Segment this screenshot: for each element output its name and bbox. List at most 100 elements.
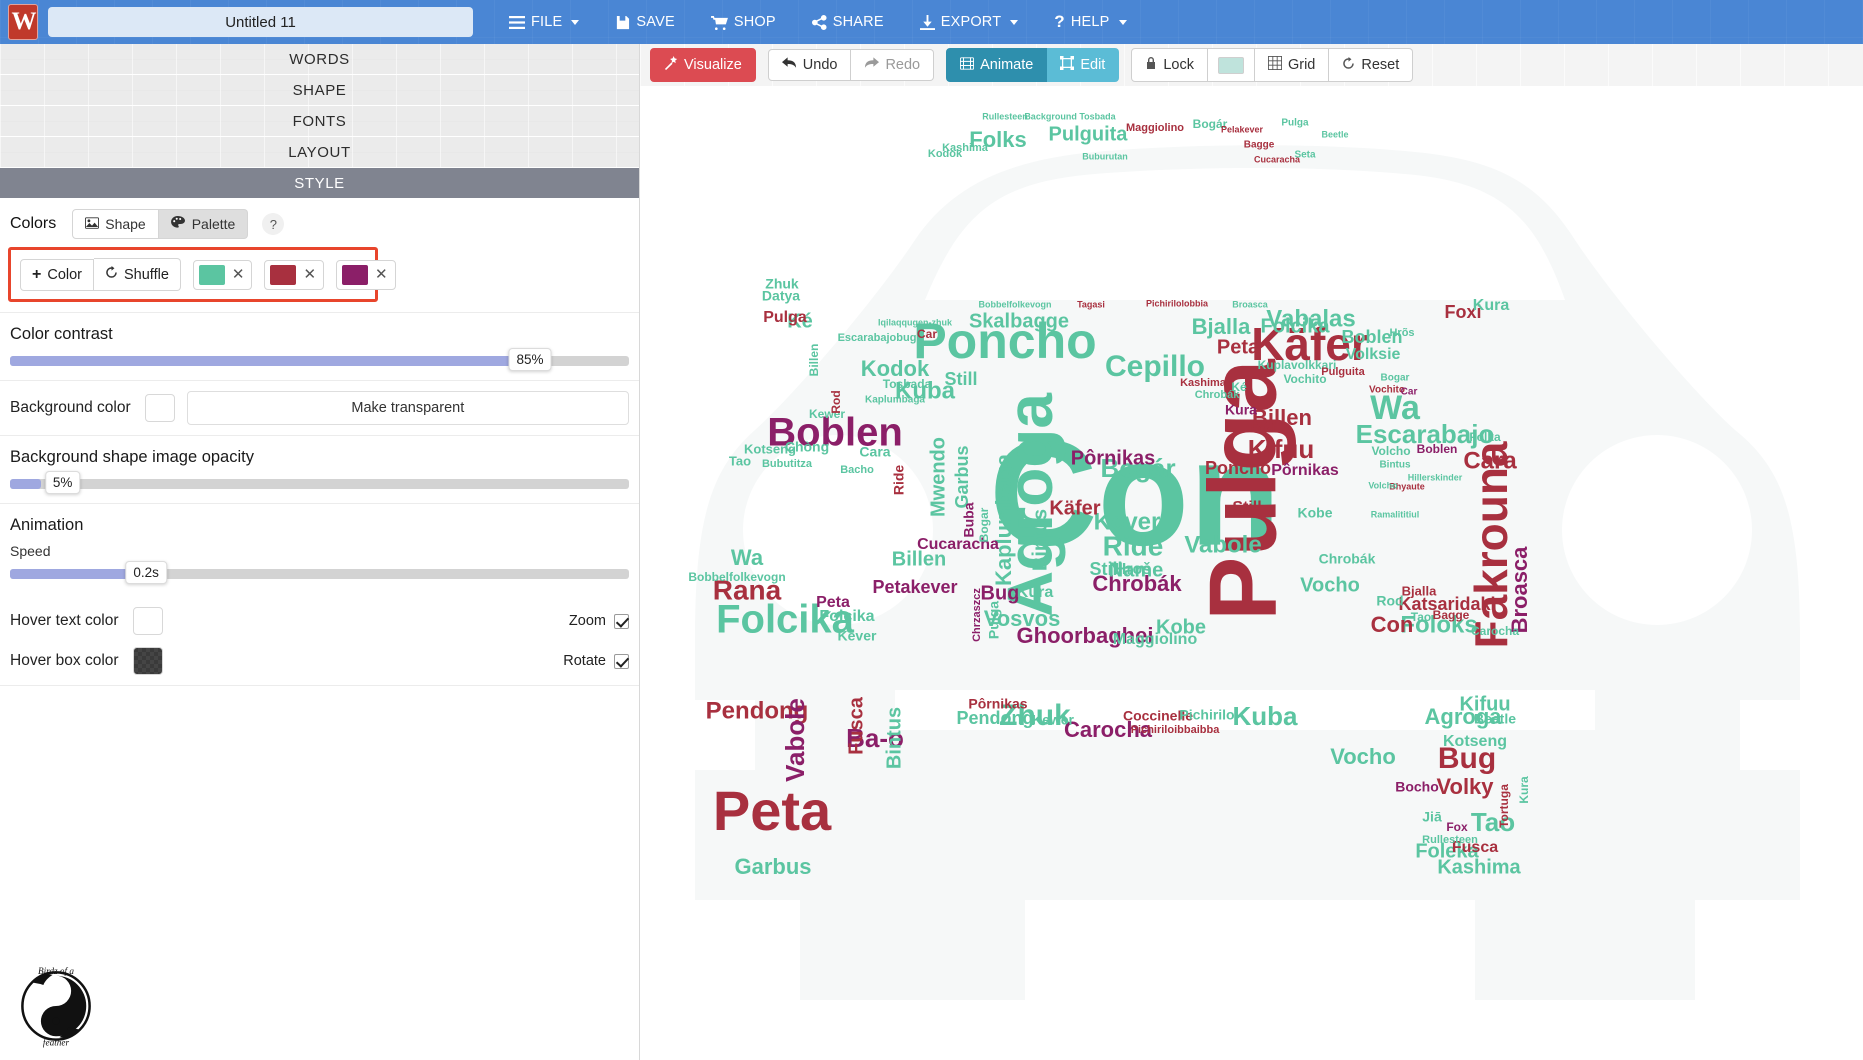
cloud-word[interactable]: Pulga (763, 309, 807, 326)
cloud-word[interactable]: Pelakever (1221, 124, 1264, 134)
cloud-word[interactable]: Con (1371, 612, 1414, 637)
menu-share[interactable]: SHARE (794, 8, 902, 36)
reset-button[interactable]: Reset (1329, 48, 1414, 82)
menu-help[interactable]: ? HELP (1036, 6, 1144, 38)
cloud-word[interactable]: Rod (1376, 593, 1403, 609)
word-cloud-svg[interactable]: ConPulgaAgrogaPoncho KäferBoblenFolcikaPe… (640, 86, 1863, 1060)
edit-button[interactable]: Edit (1047, 48, 1120, 82)
menu-save[interactable]: SAVE (597, 8, 692, 36)
cloud-word[interactable]: Bjalla (1192, 314, 1251, 339)
colors-help-button[interactable]: ? (262, 213, 285, 235)
menu-file[interactable]: FILE (491, 8, 597, 36)
background-color-picker[interactable] (144, 394, 175, 422)
cloud-word[interactable]: Ramalititiul (1371, 509, 1420, 519)
cloud-word[interactable]: Datya (762, 288, 800, 304)
cloud-word[interactable]: Peta (816, 594, 850, 611)
palette-swatch-color[interactable] (198, 264, 225, 285)
cloud-word[interactable]: Peta (713, 779, 832, 842)
cloud-word[interactable]: Pôrnikas (1271, 462, 1339, 479)
cloud-word[interactable]: Still (944, 369, 977, 389)
cloud-word[interactable]: Billen (892, 548, 946, 570)
cloud-word[interactable]: Käfer (1049, 497, 1100, 519)
cloud-word[interactable]: Pulguita (1321, 366, 1365, 378)
undo-button[interactable]: Undo (767, 49, 852, 81)
cloud-word[interactable]: Boblen (1417, 442, 1458, 456)
cloud-word[interactable]: Poncho (1205, 458, 1271, 478)
cloud-word[interactable]: Pulguita (1049, 123, 1129, 145)
sidebar-section-style[interactable]: STYLE (0, 168, 639, 199)
cloud-word[interactable]: Kewer (1032, 712, 1075, 728)
cloud-word[interactable]: Pulga (1281, 118, 1309, 129)
cloud-word[interactable]: Volcho (1368, 480, 1398, 490)
cloud-word[interactable]: Escarabajobug (838, 332, 917, 344)
cloud-word[interactable]: Cucaracha (1254, 154, 1301, 164)
cloud-word[interactable]: Vocho (1300, 574, 1360, 596)
cloud-word[interactable]: Vabole (780, 698, 810, 782)
hover-box-color-picker[interactable] (132, 647, 163, 675)
canvas-background-swatch-button[interactable] (1207, 48, 1255, 82)
tab-colors-shape[interactable]: Shape (72, 209, 159, 239)
cloud-word[interactable]: Maggiolino (1113, 631, 1198, 648)
tab-colors-palette[interactable]: Palette (158, 209, 249, 239)
animation-speed-slider[interactable]: 0.2s (10, 561, 629, 584)
cloud-word[interactable]: Vabole (1184, 531, 1261, 558)
cloud-word[interactable]: Still (1232, 499, 1261, 516)
close-icon[interactable]: ✕ (301, 267, 318, 282)
cloud-word[interactable]: Maggiolino (1126, 122, 1184, 134)
redo-button[interactable]: Redo (851, 49, 935, 81)
cloud-word[interactable]: Buburutan (1082, 151, 1128, 161)
palette-swatch-item[interactable]: ✕ (264, 259, 325, 290)
cloud-word[interactable]: Rullesteen (1422, 834, 1478, 846)
document-title-input[interactable] (48, 7, 473, 37)
cloud-word[interactable]: Bobbelfolkevogn (978, 299, 1051, 309)
make-transparent-button[interactable]: Make transparent (186, 391, 629, 425)
cloud-word[interactable]: Bocho (1395, 779, 1439, 795)
cloud-word[interactable]: Chrzaszcz (971, 588, 983, 642)
cloud-word[interactable]: Kobe (1298, 505, 1333, 521)
hover-text-color-picker[interactable] (132, 607, 163, 635)
close-icon[interactable]: ✕ (373, 267, 390, 282)
sidebar-section-shape[interactable]: SHAPE (0, 75, 639, 106)
cloud-word[interactable]: Bubutitza (762, 458, 813, 470)
cloud-word[interactable]: Kura (1517, 776, 1531, 804)
animate-button[interactable]: Animate (946, 48, 1048, 82)
cloud-word[interactable]: Kura (1473, 297, 1510, 314)
cloud-word[interactable]: Car (917, 327, 937, 341)
cloud-word[interactable]: Pichiriloibbaibba (1131, 724, 1221, 736)
cloud-word[interactable]: Cara (859, 444, 890, 460)
cloud-word[interactable]: Kura (1225, 402, 1257, 418)
cloud-word[interactable]: Mwendo (927, 437, 949, 517)
cloud-word[interactable]: Vochito (1369, 385, 1405, 396)
cloud-word[interactable]: Peta (1217, 336, 1260, 358)
cloud-word[interactable]: Bogar (1381, 373, 1410, 384)
cloud-word[interactable]: Iqilaqqugen-zhuk (878, 317, 953, 327)
cloud-word[interactable]: Bintus (1379, 460, 1411, 471)
word-cloud-canvas[interactable]: Con Pulga Agroga Poncho Käfer Boblen Folcika Pe… (640, 86, 1863, 1060)
cloud-word[interactable]: Skalbagge (969, 310, 1069, 332)
cloud-word[interactable]: Kashima (1437, 856, 1521, 878)
cloud-word[interactable]: Volcho (1371, 444, 1410, 458)
cloud-word[interactable]: Kashima (1180, 377, 1227, 389)
menu-shop[interactable]: SHOP (693, 8, 794, 36)
cloud-word[interactable]: Kaplumbaga (991, 453, 1016, 586)
lock-button[interactable]: Lock (1131, 48, 1208, 82)
palette-swatch-item[interactable]: ✕ (336, 259, 396, 290)
cloud-word[interactable]: Pôrnikas (968, 696, 1027, 712)
cloud-word[interactable]: Bogar (977, 507, 991, 542)
cloud-word[interactable]: Chrobák (1319, 551, 1376, 567)
cloud-word[interactable]: Kotseng (1443, 733, 1507, 750)
cloud-word[interactable]: Rullesteen (982, 111, 1028, 121)
cloud-word[interactable]: Kever (1094, 508, 1161, 535)
cloud-word[interactable]: Kotseng (744, 441, 796, 456)
sidebar-section-layout[interactable]: LAYOUT (0, 137, 639, 168)
cloud-word[interactable]: Jiā (1422, 809, 1442, 825)
zoom-checkbox[interactable] (614, 613, 629, 629)
cloud-word[interactable]: Hrõs (1389, 327, 1414, 339)
cloud-word[interactable]: Folka (1469, 430, 1501, 444)
palette-swatch-color[interactable] (342, 264, 369, 285)
cloud-word[interactable]: Wa (731, 545, 764, 570)
cloud-word[interactable]: Tagasi (1077, 299, 1105, 309)
cloud-word[interactable]: Garbus (734, 854, 811, 879)
grid-button[interactable]: Grid (1254, 48, 1330, 82)
cloud-word[interactable]: Bobbelfolkevogn (688, 570, 785, 584)
